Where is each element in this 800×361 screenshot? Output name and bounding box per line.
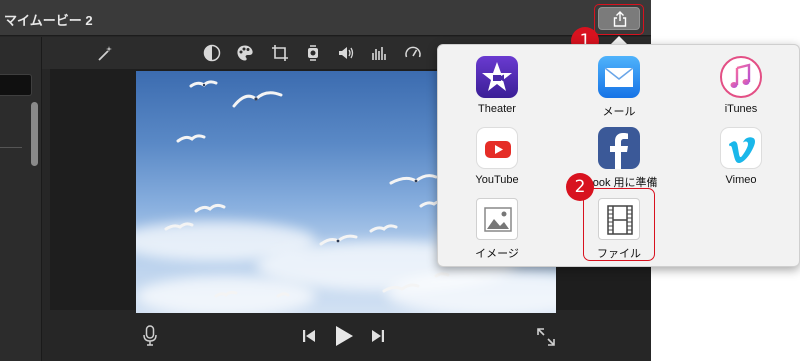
share-item-label: Theater [478, 103, 516, 115]
share-item-label: Vimeo [725, 174, 757, 186]
library-divider [0, 147, 22, 148]
volume-icon[interactable] [337, 44, 355, 62]
share-item-label: メール [602, 106, 636, 118]
screen: マイムービー 2 1 Theater メール iTunes YouTube eb… [0, 0, 800, 361]
skip-forward-icon[interactable] [371, 329, 385, 348]
library-search-field[interactable] [0, 74, 32, 96]
crop-icon[interactable] [271, 44, 289, 62]
share-item-label: YouTube [475, 174, 519, 186]
window-title: マイムービー 2 [4, 13, 93, 28]
share-item-mail[interactable]: メール [579, 56, 659, 119]
share-item-label: iTunes [724, 103, 758, 115]
step-badge-2: 2 [566, 173, 594, 201]
facebook-icon [598, 127, 640, 169]
vimeo-icon [720, 127, 762, 169]
library-scrollbar[interactable] [31, 102, 38, 166]
stabilization-icon[interactable] [304, 44, 322, 62]
share-item-theater[interactable]: Theater [457, 56, 537, 115]
image-icon [476, 198, 518, 240]
share-button-highlight [594, 4, 644, 35]
share-item-image[interactable]: イメージ [457, 198, 537, 261]
share-item-itunes[interactable]: iTunes [701, 56, 781, 115]
share-item-vimeo[interactable]: Vimeo [701, 127, 781, 186]
file-item-highlight [583, 188, 655, 261]
title-bar: マイムービー 2 [0, 0, 651, 36]
share-item-label: イメージ [475, 248, 519, 260]
skip-back-icon[interactable] [302, 329, 316, 348]
microphone-icon[interactable] [142, 325, 158, 352]
itunes-note-icon [720, 56, 762, 98]
equalizer-icon[interactable] [370, 44, 388, 62]
magic-wand-icon[interactable] [96, 44, 114, 62]
fullscreen-icon[interactable] [537, 328, 555, 351]
play-icon[interactable] [334, 325, 354, 352]
speed-icon[interactable] [404, 44, 422, 62]
share-item-youtube[interactable]: YouTube [457, 127, 537, 186]
palette-icon[interactable] [236, 44, 254, 62]
theater-star-icon [476, 56, 518, 98]
library-pane [0, 37, 42, 361]
youtube-icon [476, 127, 518, 169]
playback-controls [42, 313, 651, 361]
color-balance-icon[interactable] [203, 44, 221, 62]
mail-envelope-icon [598, 56, 640, 98]
